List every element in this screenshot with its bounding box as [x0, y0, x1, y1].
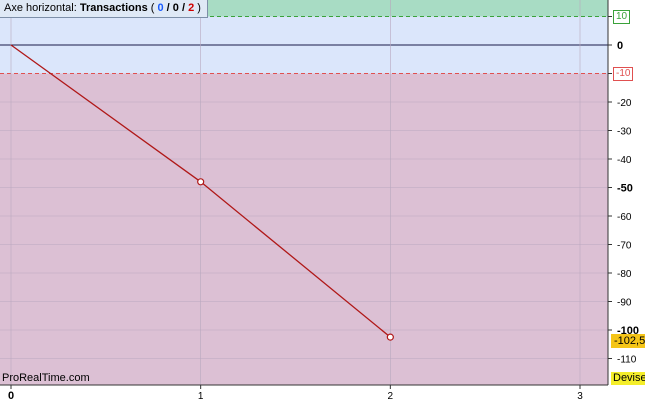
header-close-paren: )	[197, 2, 201, 14]
losing-count: 2	[188, 2, 195, 14]
y-tick-label: 0	[617, 40, 623, 52]
chart-zones	[0, 0, 608, 385]
y-tick-label: -50	[617, 183, 633, 195]
y-tick-label: -70	[617, 241, 632, 252]
last-value-tag: -102,5	[611, 334, 645, 348]
currency-tag[interactable]: Devise	[611, 372, 645, 385]
x-axis-ticks: 0 1 2 3	[0, 384, 608, 402]
y-tick-label: -90	[617, 298, 632, 309]
upper-band-tag: 10	[613, 10, 631, 24]
x-tick-label: 2	[388, 391, 394, 402]
header-open-paren: (	[150, 2, 155, 14]
y-tick-label: -30	[617, 127, 632, 138]
x-tick-label: 0	[8, 390, 14, 402]
x-tick-label: 1	[198, 391, 204, 402]
trade-point	[197, 178, 205, 186]
y-tick-label: -40	[617, 155, 632, 166]
x-tick-label: 3	[577, 391, 583, 402]
lower-zone	[0, 73, 608, 385]
watermark: ProRealTime.com	[2, 372, 90, 384]
trade-point	[386, 333, 394, 341]
neutral-count: 0	[172, 2, 179, 14]
y-axis-ticks: 0-20-30-40-50-60-70-80-90-100-110	[607, 0, 639, 385]
separator: /	[166, 2, 170, 14]
header-prefix: Axe horizontal:	[4, 2, 77, 14]
horizontal-axis-header[interactable]: Axe horizontal: Transactions ( 0 / 0 / 2…	[0, 0, 208, 18]
lower-band-tag: -10	[613, 67, 634, 81]
winning-count: 0	[157, 2, 164, 14]
y-tick-label: -80	[617, 269, 632, 280]
y-tick-label: -20	[617, 98, 632, 109]
y-tick-label: -60	[617, 212, 632, 223]
chart-canvas: 0 -20 -30 -40 -50 -60 -70 -80 -90 -10 0 -110 0 1 2 3	[0, 0, 639, 402]
header-title: Transactions	[79, 2, 148, 14]
separator: /	[181, 2, 186, 14]
y-tick-label: -110	[617, 355, 637, 366]
